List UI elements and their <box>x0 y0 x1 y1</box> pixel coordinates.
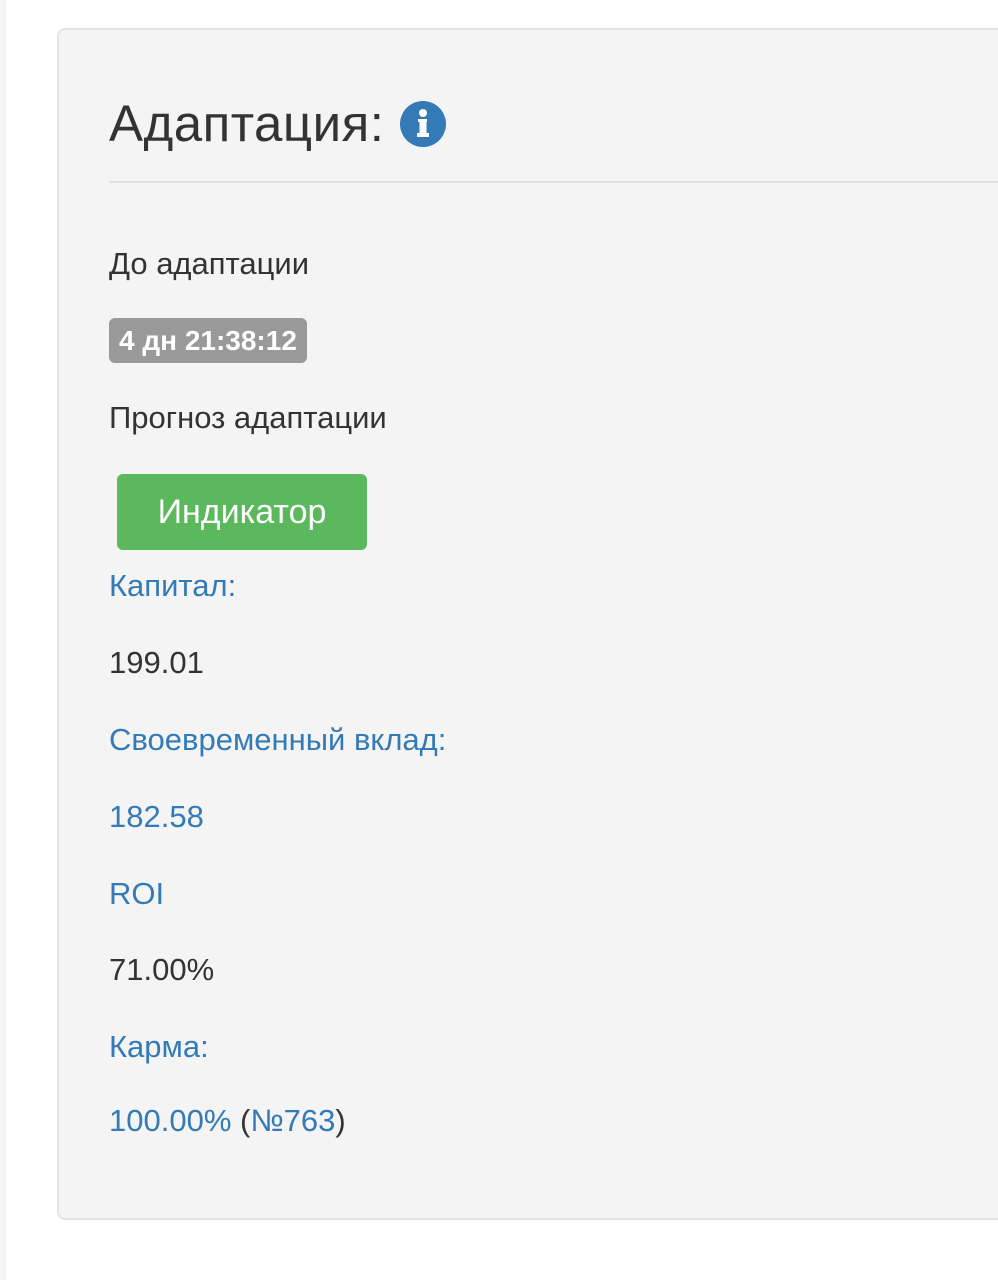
karma-value-row: 100.00% (№763) <box>109 1105 346 1136</box>
roi-label[interactable]: ROI <box>109 878 164 909</box>
forecast-label: Прогноз адаптации <box>109 400 387 435</box>
karma-rank-link[interactable]: №763 <box>250 1103 335 1138</box>
page-edge <box>0 0 6 1280</box>
deposit-label[interactable]: Своевременный вклад: <box>109 724 446 755</box>
before-adaptation-label: До адаптации <box>109 246 310 281</box>
adaptation-panel: Адаптация: До адаптации 4 дн 21:38:12 Пр… <box>57 28 998 1220</box>
capital-label[interactable]: Капитал: <box>109 570 236 601</box>
panel-header: Адаптация: <box>109 95 447 152</box>
capital-value: 199.01 <box>109 645 204 680</box>
indicator-button[interactable]: Индикатор <box>117 474 367 550</box>
karma-label[interactable]: Карма: <box>109 1031 209 1062</box>
karma-value[interactable]: 100.00% <box>109 1103 231 1138</box>
roi-value: 71.00% <box>109 952 215 987</box>
page-title: Адаптация: <box>109 95 385 152</box>
countdown-badge: 4 дн 21:38:12 <box>109 318 307 363</box>
header-divider <box>109 181 998 183</box>
karma-close-paren: ) <box>335 1103 346 1138</box>
deposit-value[interactable]: 182.58 <box>109 801 204 832</box>
karma-open-paren: ( <box>231 1103 251 1138</box>
info-circle-icon[interactable] <box>400 100 447 147</box>
